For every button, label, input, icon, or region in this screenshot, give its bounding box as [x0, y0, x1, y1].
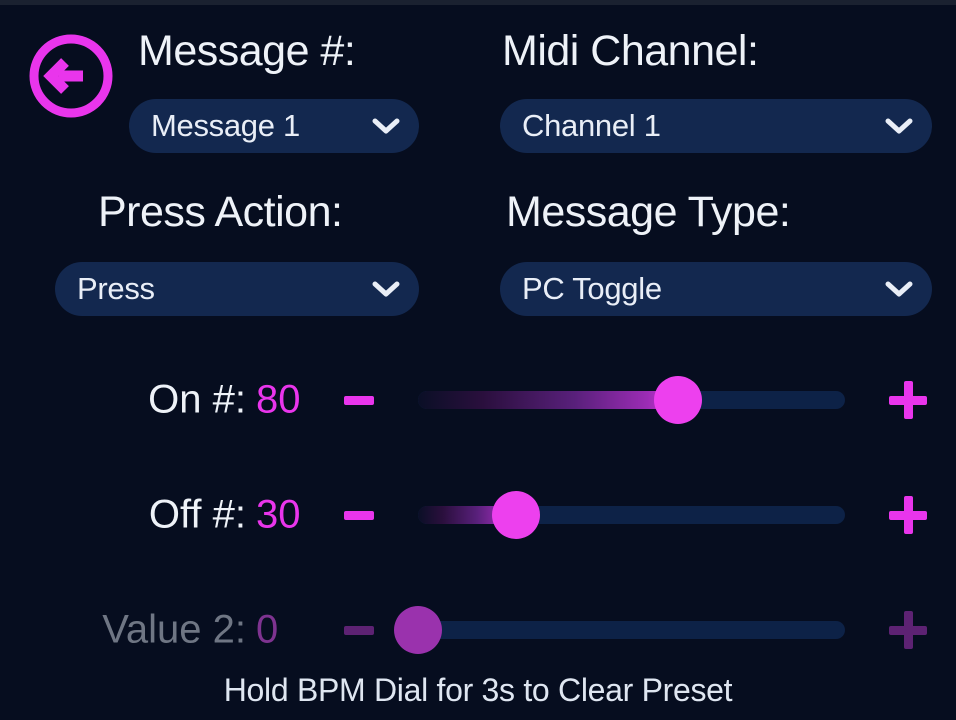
minus-icon	[344, 395, 374, 405]
on-number-value: 80	[256, 377, 301, 422]
on-increment-button[interactable]	[886, 378, 930, 422]
message-number-value: Message 1	[151, 108, 300, 143]
off-slider[interactable]	[418, 491, 845, 539]
midi-channel-label: Midi Channel:	[502, 27, 759, 75]
arrow-left-circle-icon	[25, 30, 117, 122]
on-slider-thumb[interactable]	[654, 376, 703, 424]
press-action-label: Press Action:	[98, 188, 343, 236]
value2-slider	[394, 606, 845, 654]
value2-increment-button	[886, 608, 930, 652]
press-action-dropdown[interactable]: Press	[55, 262, 419, 316]
midi-message-editor-screen: Message #: Midi Channel: Message 1 Chann…	[0, 0, 956, 720]
on-decrement-button[interactable]	[340, 385, 378, 415]
message-number-label: Message #:	[138, 27, 356, 75]
on-number-label: On #:	[148, 377, 246, 422]
press-action-value: Press	[77, 271, 155, 306]
midi-channel-dropdown[interactable]: Channel 1	[500, 99, 932, 153]
message-type-value: PC Toggle	[522, 271, 662, 306]
value2-value: 0	[256, 607, 279, 652]
off-number-label: Off #:	[148, 492, 246, 537]
chevron-down-icon	[371, 116, 401, 136]
slider-row-off: Off #: 30	[0, 480, 956, 550]
message-number-dropdown[interactable]: Message 1	[129, 99, 419, 153]
top-edge-strip	[0, 0, 956, 5]
message-type-dropdown[interactable]: PC Toggle	[500, 262, 932, 316]
off-number-value: 30	[256, 492, 301, 537]
midi-channel-value: Channel 1	[522, 108, 661, 143]
off-slider-thumb[interactable]	[492, 491, 541, 539]
chevron-down-icon	[884, 279, 914, 299]
value2-decrement-button	[340, 615, 378, 645]
back-button[interactable]	[22, 27, 120, 125]
chevron-down-icon	[371, 279, 401, 299]
on-slider[interactable]	[418, 376, 845, 424]
off-slider-track	[418, 506, 845, 524]
value2-label: Value 2:	[102, 607, 246, 652]
slider-row-on: On #: 80	[0, 365, 956, 435]
off-decrement-button[interactable]	[340, 500, 378, 530]
slider-row-value2: Value 2: 0	[0, 595, 956, 665]
minus-icon	[344, 510, 374, 520]
on-slider-fill	[418, 391, 679, 409]
off-increment-button[interactable]	[886, 493, 930, 537]
minus-icon	[344, 625, 374, 635]
clear-preset-hint: Hold BPM Dial for 3s to Clear Preset	[223, 672, 733, 708]
chevron-down-icon	[884, 116, 914, 136]
on-slider-track	[418, 391, 845, 409]
message-type-label: Message Type:	[506, 188, 791, 236]
value2-slider-track	[418, 621, 845, 639]
value2-slider-thumb	[394, 606, 442, 654]
